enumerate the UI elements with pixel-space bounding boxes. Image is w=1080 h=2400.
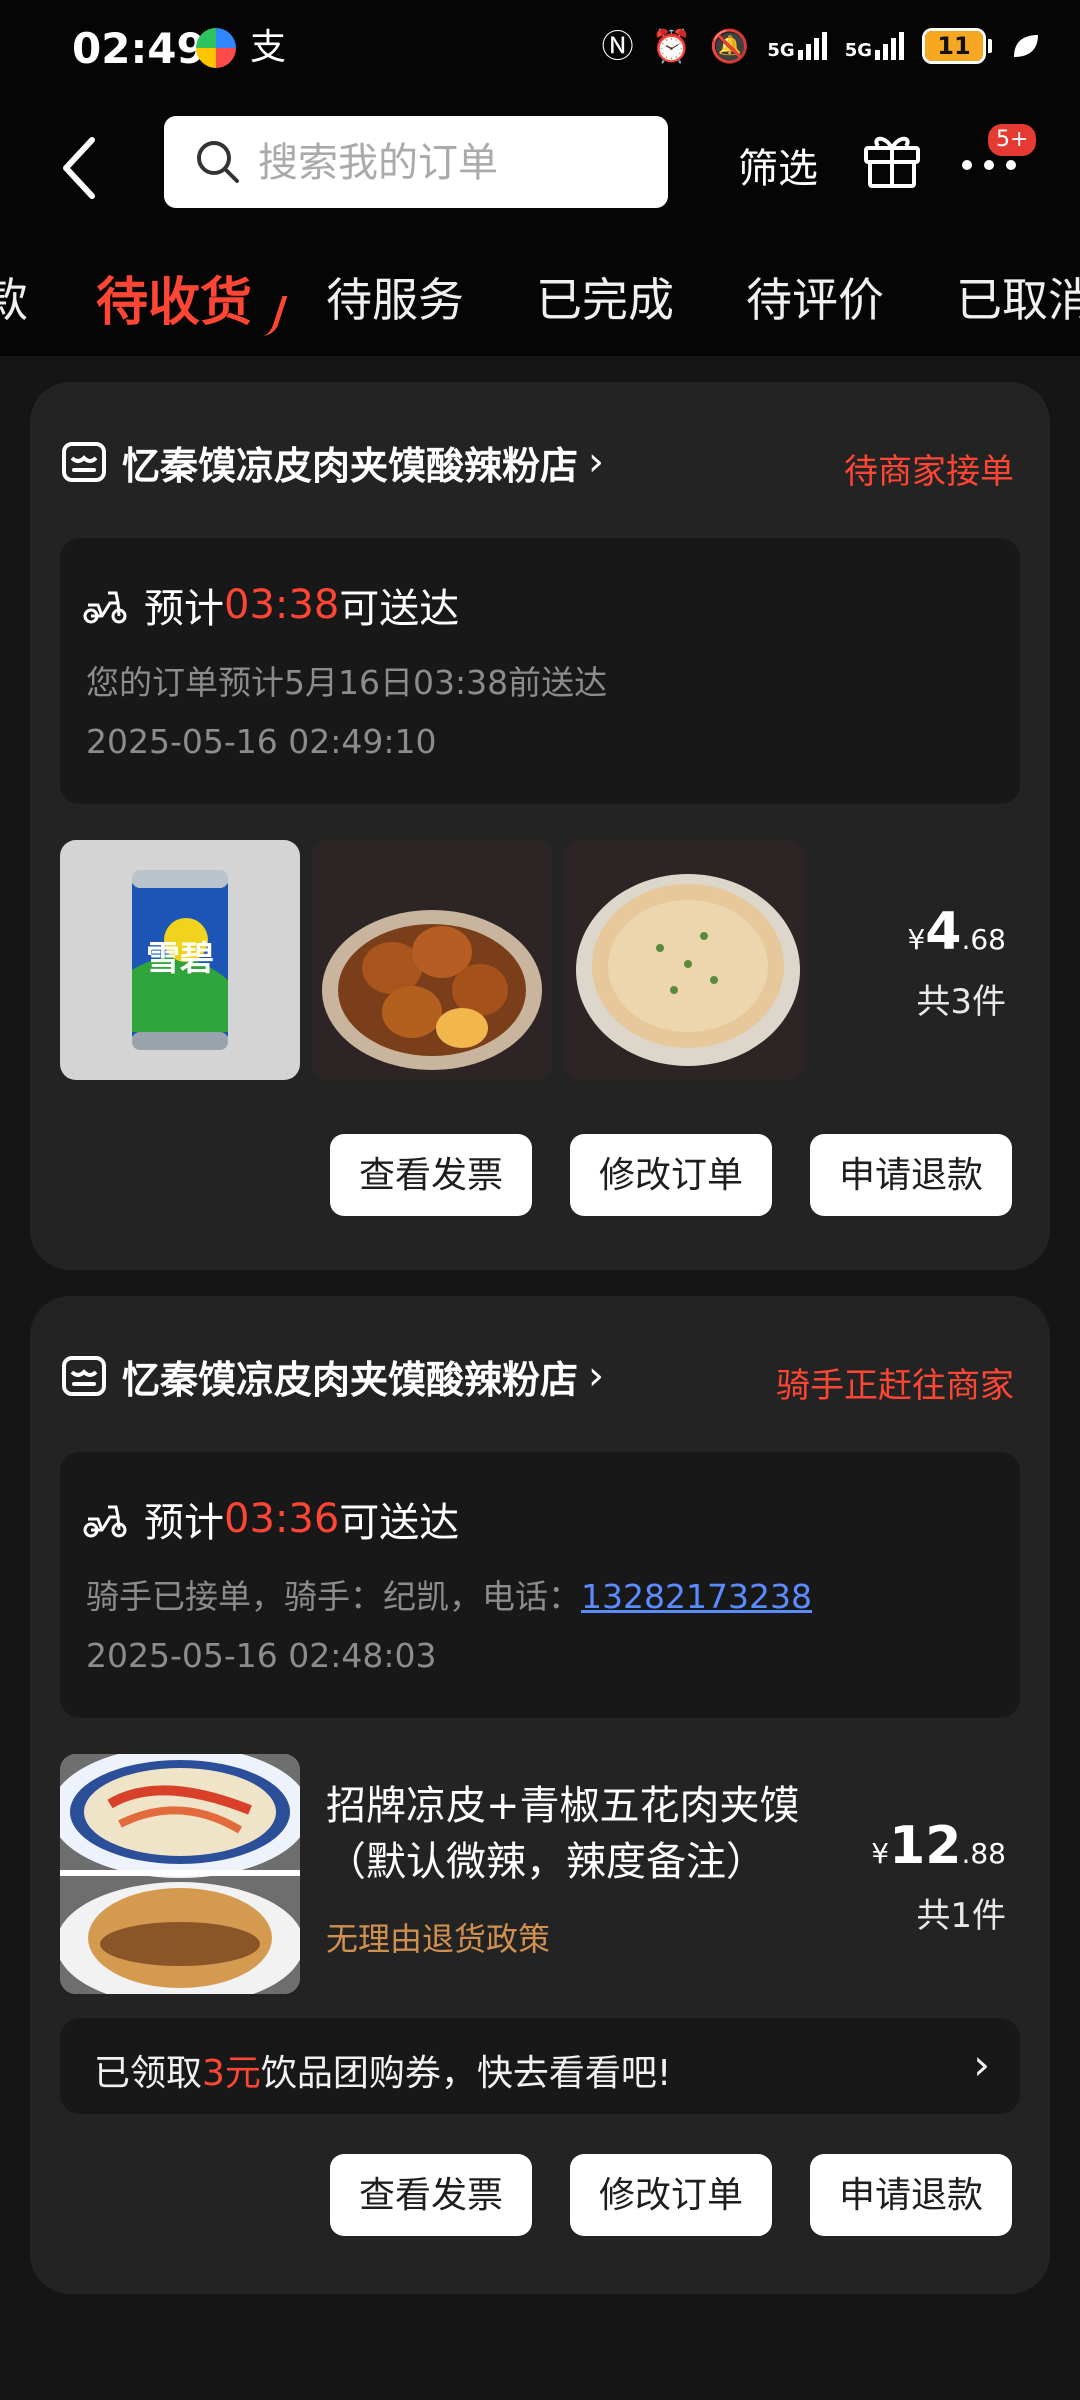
eta-suffix: 可送达 — [339, 586, 460, 632]
status-time: 02:49 — [72, 24, 206, 73]
order-timestamp: 2025-05-16 02:49:10 — [86, 722, 437, 761]
eta-time: 03:38 — [224, 582, 340, 628]
rider-description: 骑手已接单，骑手：纪凯，电话： — [86, 1577, 581, 1616]
more-icon — [962, 160, 1016, 170]
tab-completed[interactable]: 已完成 — [536, 264, 674, 330]
order-price: ¥12.88 — [871, 1816, 1006, 1876]
network-type-1: 5G — [767, 40, 795, 61]
nfc-icon: Ⓝ — [601, 27, 634, 65]
active-tab-indicator — [249, 296, 288, 336]
view-invoice-button[interactable]: 查看发票 — [330, 2154, 532, 2236]
tab-pending-review[interactable]: 待评价 — [746, 264, 884, 330]
filter-button[interactable]: 筛选 — [738, 136, 818, 194]
chevron-right-icon: › — [588, 439, 605, 485]
alarm-icon: ⏰ — [651, 27, 692, 65]
product-image-eggs[interactable] — [312, 840, 552, 1080]
shop-name: 忆秦馍凉皮肉夹馍酸辣粉店 — [122, 1357, 579, 1402]
back-icon[interactable] — [52, 128, 112, 208]
shop-name: 忆秦馍凉皮肉夹馍酸辣粉店 — [122, 443, 579, 488]
refund-button[interactable]: 申请退款 — [810, 2154, 1012, 2236]
tab-cancelled[interactable]: 已取消 — [956, 264, 1080, 330]
eta-prefix: 预计 — [144, 1500, 224, 1546]
order-status: 待商家接单 — [844, 452, 1014, 492]
battery-icon: 11 — [922, 28, 992, 64]
search-box[interactable] — [164, 116, 668, 210]
scooter-icon — [83, 591, 127, 624]
order-card[interactable]: 忆秦馍凉皮肉夹馍酸辣粉店 › 待商家接单 预计 03:38 可送达 您的订单预计5月… — [30, 382, 1050, 1270]
modify-order-button[interactable]: 修改订单 — [570, 1134, 772, 1216]
order-card[interactable]: 忆秦馍凉皮肉夹馍酸辣粉店 › 骑手正赶往商家 预计 03:36 可送达 骑手已接单，… — [30, 1296, 1050, 2294]
item-title: 招牌凉皮+青椒五花肉夹馍（默认微辣，辣度备注） — [326, 1783, 800, 1885]
coupon-banner[interactable]: 已领取3元饮品团购券，快去看看吧! › — [60, 2018, 1020, 2114]
coupon-amount: 3元 — [202, 2053, 261, 2094]
shop-icon — [62, 442, 106, 482]
eta-prefix: 预计 — [144, 586, 224, 632]
alipay-icon: 支 — [250, 27, 287, 68]
eta-time: 03:36 — [224, 1496, 340, 1542]
coupon-prefix: 已领取 — [94, 2053, 203, 2094]
rider-info: 骑手已接单，骑手：纪凯，电话：13282173238 — [86, 1570, 812, 1618]
coupon-suffix: 饮品团购券，快去看看吧! — [260, 2053, 672, 2094]
view-invoice-button[interactable]: 查看发票 — [330, 1134, 532, 1216]
mute-icon: 🔕 — [709, 27, 750, 65]
search-input[interactable] — [256, 116, 650, 210]
status-bar: 02:49 支 Ⓝ ⏰ 🔕 5G 5G 11 — [0, 0, 1080, 100]
chevron-right-icon: › — [588, 1353, 605, 1399]
delivery-description: 您的订单预计5月16日03:38前送达 — [86, 663, 608, 702]
gift-icon[interactable] — [860, 126, 924, 190]
rider-phone-link[interactable]: 13282173238 — [581, 1577, 812, 1616]
scooter-icon — [83, 1505, 127, 1538]
product-image-sprite[interactable]: 雪碧 — [60, 840, 300, 1080]
tab-pending-service[interactable]: 待服务 — [326, 264, 464, 330]
delivery-info: 预计 03:38 可送达 您的订单预计5月16日03:38前送达 2025-05-1… — [60, 538, 1020, 804]
tab-pending-payment[interactable]: 款 — [0, 264, 28, 330]
chevron-right-icon: › — [973, 2040, 990, 2089]
shop-link[interactable]: 忆秦馍凉皮肉夹馍酸辣粉店 › — [60, 1346, 604, 1406]
shop-link[interactable]: 忆秦馍凉皮肉夹馍酸辣粉店 › — [60, 432, 604, 492]
modify-order-button[interactable]: 修改订单 — [570, 2154, 772, 2236]
battery-level: 11 — [937, 32, 971, 60]
return-policy: 无理由退货政策 — [326, 1920, 551, 1958]
signal-icon: 5G — [767, 32, 827, 61]
order-price: ¥4.68 — [907, 902, 1006, 962]
svg-text:雪碧: 雪碧 — [146, 939, 214, 979]
product-image-pancake[interactable] — [564, 840, 804, 1080]
app-notification-icon — [196, 28, 236, 68]
order-quantity: 共1件 — [916, 1896, 1006, 1936]
refund-button[interactable]: 申请退款 — [810, 1134, 1012, 1216]
order-quantity: 共3件 — [916, 982, 1006, 1022]
notification-badge: 5+ — [986, 122, 1039, 158]
order-tabs: 款 待收货 待服务 已完成 待评价 已取消 — [0, 236, 1080, 356]
nav-bar: 筛选 5+ — [0, 100, 1080, 236]
eta-suffix: 可送达 — [339, 1500, 460, 1546]
order-timestamp: 2025-05-16 02:48:03 — [86, 1636, 437, 1675]
leaf-icon — [1014, 35, 1038, 57]
product-image-liangpi-roujiamo[interactable] — [60, 1754, 300, 1994]
shop-icon — [62, 1356, 106, 1396]
signal-icon-2: 5G — [845, 32, 904, 60]
search-icon — [197, 141, 239, 183]
more-button[interactable]: 5+ — [958, 122, 1039, 180]
tab-pending-receipt[interactable]: 待收货 — [96, 260, 252, 335]
network-type-2: 5G — [844, 40, 872, 61]
order-status: 骑手正赶往商家 — [776, 1366, 1014, 1406]
delivery-info: 预计 03:36 可送达 骑手已接单，骑手：纪凯，电话：13282173238 20… — [60, 1452, 1020, 1718]
